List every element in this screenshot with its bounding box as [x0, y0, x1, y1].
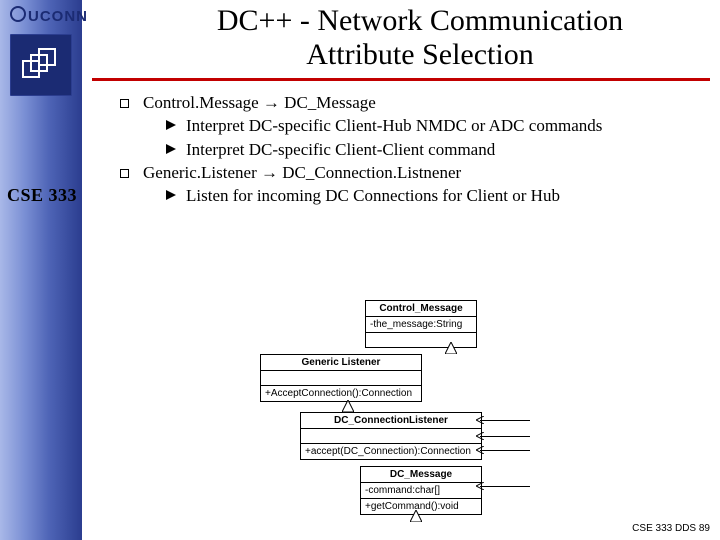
title-underline — [92, 78, 710, 81]
uml-class-generic-listener: Generic Listener +AcceptConnection():Con… — [260, 354, 422, 402]
uml-class-control-message: Control_Message -the_message:String — [365, 300, 477, 348]
uml-class-dc-message: DC_Message -command:char[] +getCommand()… — [360, 466, 482, 515]
uml-class-dc-connection-listener: DC_ConnectionListener +accept(DC_Connect… — [300, 412, 482, 460]
uml-class-attr: -command:char[] — [361, 483, 481, 499]
uml-class-attr: -the_message:String — [366, 317, 476, 333]
uml-connector — [480, 436, 530, 437]
sub-bullet: Interpret DC-specific Client-Hub NMDC or… — [166, 115, 690, 136]
dept-logo — [10, 34, 72, 96]
uml-class-ops: +accept(DC_Connection):Connection — [301, 444, 481, 459]
uml-connector — [480, 450, 530, 451]
arrowhead-icon — [476, 416, 484, 424]
uml-diagram: Control_Message -the_message:String Gene… — [230, 300, 570, 520]
bullet-label: Control.Message → DC_Message — [143, 92, 376, 113]
uml-class-name: Generic Listener — [261, 355, 421, 371]
uml-class-attr — [261, 371, 421, 386]
slide-footer: CSE 333 DDS 89 — [632, 523, 710, 534]
oakleaf-icon — [10, 6, 26, 22]
course-code: CSE 333 — [2, 185, 82, 206]
uml-class-name: Control_Message — [366, 301, 476, 317]
sub-bullet-label: Interpret DC-specific Client-Client comm… — [186, 139, 495, 160]
bullet-item: Generic.Listener → DC_Connection.Listnen… — [120, 162, 690, 183]
arrowhead-icon — [476, 446, 484, 454]
inheritance-arrow-icon — [342, 400, 354, 412]
title-line-2: Attribute Selection — [140, 38, 700, 72]
bullet-label: Generic.Listener → DC_Connection.Listnen… — [143, 162, 461, 183]
uml-class-name: DC_ConnectionListener — [301, 413, 481, 429]
sub-bullet: Interpret DC-specific Client-Client comm… — [166, 139, 690, 160]
inheritance-arrow-icon — [445, 342, 457, 354]
windows-icon — [19, 43, 63, 87]
triangle-bullet-icon — [166, 144, 176, 154]
slide-title: DC++ - Network Communication Attribute S… — [140, 4, 700, 72]
uml-connector — [480, 420, 530, 421]
slide-body: Control.Message → DC_Message Interpret D… — [120, 92, 690, 208]
triangle-bullet-icon — [166, 120, 176, 130]
arrowhead-icon — [476, 482, 484, 490]
square-bullet-icon — [120, 169, 129, 178]
sub-bullet: Listen for incoming DC Connections for C… — [166, 185, 690, 206]
triangle-bullet-icon — [166, 190, 176, 200]
brand-logo: UCONN — [10, 6, 88, 25]
sub-bullet-label: Listen for incoming DC Connections for C… — [186, 185, 560, 206]
brand-text: UCONN — [28, 8, 88, 25]
uml-connector — [480, 486, 530, 487]
square-bullet-icon — [120, 99, 129, 108]
uml-class-name: DC_Message — [361, 467, 481, 483]
uml-class-ops — [366, 333, 476, 347]
arrowhead-icon — [476, 432, 484, 440]
uml-class-ops: +AcceptConnection():Connection — [261, 386, 421, 401]
sub-bullet-label: Interpret DC-specific Client-Hub NMDC or… — [186, 115, 602, 136]
inheritance-arrow-icon — [410, 510, 422, 522]
uml-class-attr — [301, 429, 481, 444]
bullet-item: Control.Message → DC_Message — [120, 92, 690, 113]
title-line-1: DC++ - Network Communication — [140, 4, 700, 38]
